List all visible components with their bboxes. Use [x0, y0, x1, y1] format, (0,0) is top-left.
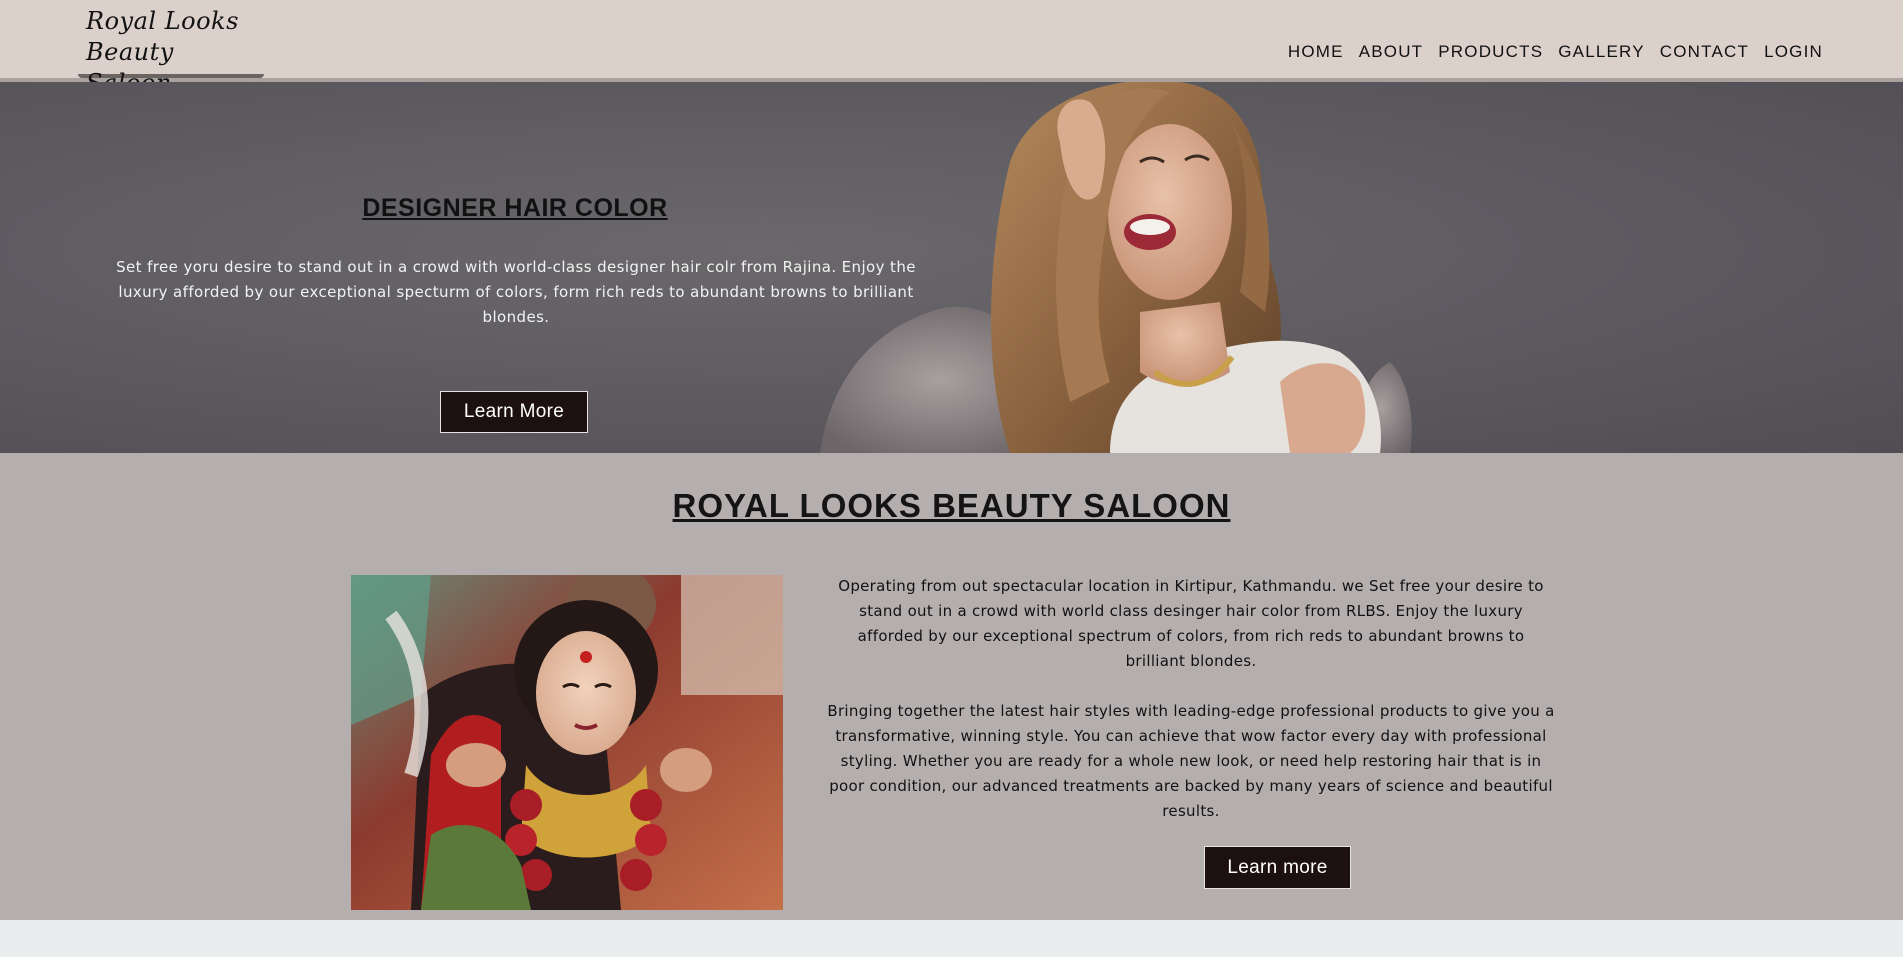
site-header: Royal Looks Beauty Saloon HOME ABOUT PRO… — [0, 0, 1903, 97]
bride-image — [351, 575, 783, 910]
hero-title: DESIGNER HAIR COLOR — [362, 194, 668, 222]
about-paragraph-1: Operating from out spectacular location … — [838, 577, 1544, 670]
about-paragraph-2: Bringing together the latest hair styles… — [827, 702, 1555, 820]
logo-line-1: Royal Looks — [86, 7, 239, 35]
nav-about[interactable]: ABOUT — [1359, 42, 1424, 62]
nav-home[interactable]: HOME — [1288, 42, 1344, 62]
about-title: ROYAL LOOKS BEAUTY SALOON — [672, 487, 1231, 524]
nav-login[interactable]: LOGIN — [1764, 42, 1823, 62]
hero-banner: DESIGNER HAIR COLOR Set free yoru desire… — [0, 82, 1903, 453]
about-description: Operating from out spectacular location … — [826, 574, 1556, 824]
hero-learn-more-button[interactable]: Learn More — [440, 391, 588, 433]
nav-contact[interactable]: CONTACT — [1660, 42, 1749, 62]
site-logo[interactable]: Royal Looks Beauty Saloon — [78, 6, 264, 97]
page-bottom-strip — [0, 920, 1903, 957]
nav-products[interactable]: PRODUCTS — [1438, 42, 1543, 62]
about-learn-more-button[interactable]: Learn more — [1204, 846, 1351, 889]
main-nav: HOME ABOUT PRODUCTS GALLERY CONTACT LOGI… — [1288, 42, 1823, 62]
hero-description: Set free yoru desire to stand out in a c… — [116, 258, 916, 326]
nav-gallery[interactable]: GALLERY — [1558, 42, 1645, 62]
about-section: ROYAL LOOKS BEAUTY SALOON Operating from… — [0, 453, 1903, 920]
